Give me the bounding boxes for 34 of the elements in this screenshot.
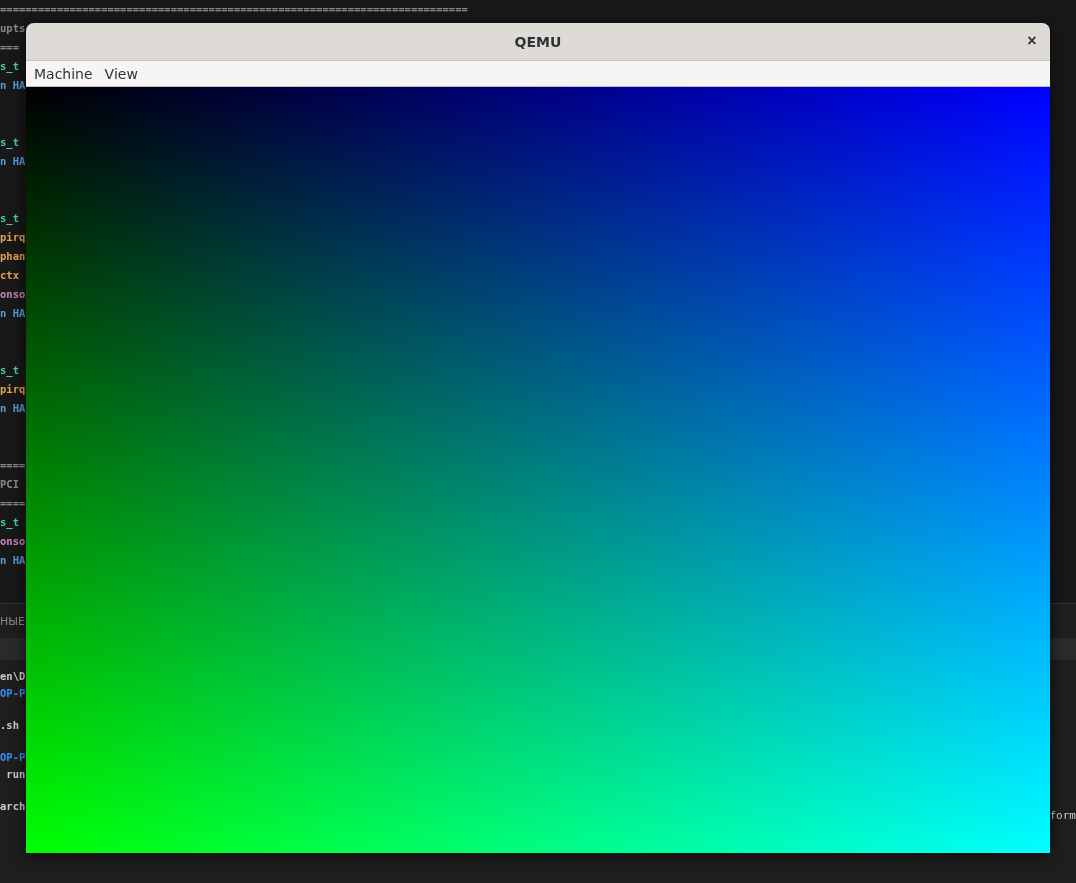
code-line: n HA bbox=[0, 401, 26, 416]
code-line: upts bbox=[0, 21, 26, 36]
code-line: pirq bbox=[0, 382, 26, 397]
code-line: ========================================================================== bbox=[0, 2, 468, 17]
terminal-line: run bbox=[5, 767, 26, 782]
close-button[interactable]: × bbox=[1022, 31, 1042, 51]
panel-tab[interactable]: НЫЕ bbox=[0, 612, 25, 630]
code-line: === bbox=[0, 40, 19, 55]
menu-item[interactable]: Machine bbox=[30, 65, 101, 82]
code-line: onso bbox=[0, 287, 26, 302]
terminal-line: arch bbox=[0, 799, 26, 814]
terminal-line: en\D bbox=[0, 669, 26, 684]
code-line: n HA bbox=[0, 78, 26, 93]
code-line: ctx bbox=[0, 268, 19, 283]
code-line: s_t bbox=[0, 363, 19, 379]
code-line: n HA bbox=[0, 154, 26, 169]
code-line: ==== bbox=[0, 458, 26, 473]
code-line: onso bbox=[0, 534, 26, 549]
code-line: s_t bbox=[0, 515, 19, 531]
terminal-line: OP-P bbox=[0, 750, 26, 765]
code-line: n HA bbox=[0, 553, 26, 568]
terminal-line: .sh bbox=[0, 718, 19, 733]
menu-item[interactable]: View bbox=[100, 65, 146, 82]
code-line: pirq bbox=[0, 230, 26, 245]
terminal-line: OP-P bbox=[0, 686, 26, 701]
code-line: phan bbox=[0, 249, 26, 264]
code-line: n HA bbox=[0, 306, 26, 321]
window-title: QEMU bbox=[514, 33, 562, 50]
code-line: s_t bbox=[0, 59, 19, 75]
terminal-text: form bbox=[1049, 808, 1076, 824]
code-line: s_t bbox=[0, 135, 19, 151]
code-line: ==== bbox=[0, 496, 26, 511]
code-line: PCI bbox=[0, 477, 19, 492]
code-line: s_t bbox=[0, 211, 19, 227]
